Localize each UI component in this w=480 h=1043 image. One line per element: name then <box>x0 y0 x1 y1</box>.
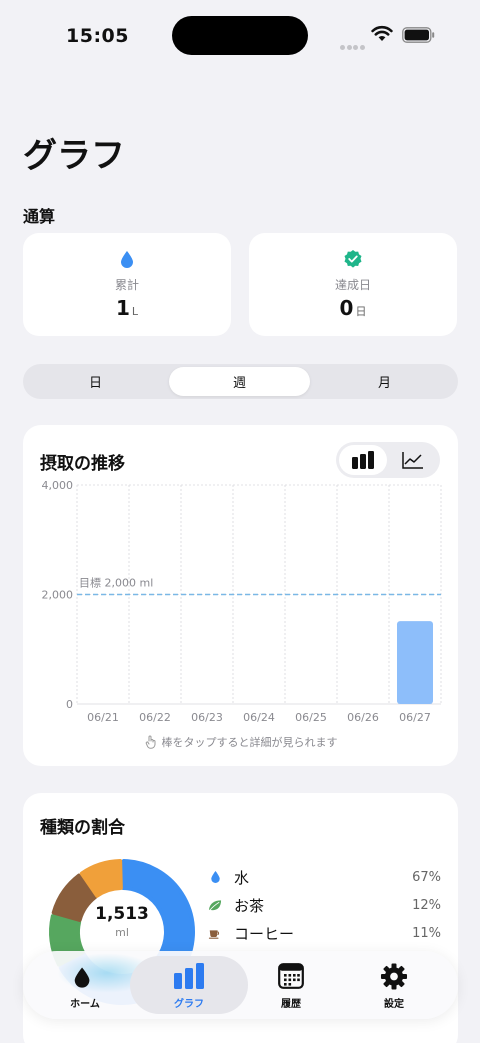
home-drop-icon <box>74 967 90 988</box>
type-ratio-title: 種類の割合 <box>40 818 125 838</box>
tab-home-label: ホーム <box>70 999 100 1010</box>
x-tick-label: 06/24 <box>243 711 275 724</box>
status-time: 15:05 <box>66 25 129 47</box>
bar-chart-icon <box>174 963 204 989</box>
tab-graph[interactable]: グラフ <box>139 961 239 1011</box>
y-tick-label: 4,000 <box>42 479 74 492</box>
donut-total-unit: ml <box>115 926 129 939</box>
legend-name: 水 <box>234 868 250 887</box>
chart-hint-text: 棒をタップすると詳細が見られます <box>161 736 338 749</box>
x-tick-label: 06/23 <box>191 711 223 724</box>
legend-percent: 12% <box>412 897 441 913</box>
x-tick-label: 06/26 <box>347 711 379 724</box>
status-bar: 15:05 <box>0 0 480 70</box>
bar-06-27 <box>397 621 433 704</box>
y-tick-label: 0 <box>66 698 73 711</box>
cellular-signal-icon <box>340 35 366 54</box>
period-segmented-control: 日 週 月 <box>23 364 458 399</box>
coffee-cup-icon <box>208 930 220 939</box>
cumulative-value: 1L <box>115 296 139 320</box>
dynamic-island <box>172 16 308 55</box>
achieved-days-label: 達成日 <box>334 278 371 292</box>
page-title: グラフ <box>23 136 125 176</box>
period-tab-week[interactable]: 週 <box>169 367 310 396</box>
tab-settings[interactable]: 設定 <box>344 961 444 1011</box>
tab-bar: ホーム グラフ 履歴 設定 <box>23 951 458 1019</box>
legend-name: コーヒー <box>234 924 295 943</box>
intake-bar-chart: 4,000 2,000 0 目標 2,000 ml 06/21 06/22 06/23 06/… <box>42 479 442 724</box>
tab-home[interactable]: ホーム <box>35 961 135 1011</box>
achieved-days-unit: 日 <box>355 305 367 318</box>
tab-settings-label: 設定 <box>384 999 404 1010</box>
legend-percent: 67% <box>412 869 441 885</box>
legend-item-water: 水 67% <box>208 866 441 888</box>
totals-section-label: 通算 <box>23 207 56 226</box>
water-drop-icon <box>210 871 220 883</box>
goal-label: 目標 2,000 ml <box>79 576 153 590</box>
cumulative-unit: L <box>131 305 139 318</box>
chart-hint: 棒をタップすると詳細が見られます <box>23 734 458 750</box>
x-tick-label: 06/27 <box>399 711 431 724</box>
x-tick-label: 06/22 <box>139 711 171 724</box>
legend-percent: 11% <box>412 925 441 941</box>
cumulative-label: 累計 <box>114 278 139 292</box>
legend-item-tea: お茶 12% <box>208 894 441 916</box>
check-badge-icon <box>344 250 362 268</box>
achieved-days-value: 0日 <box>339 296 367 320</box>
battery-icon <box>402 27 435 43</box>
tea-leaf-icon <box>208 899 222 910</box>
achieved-days-card: 達成日 0日 <box>249 233 457 336</box>
tab-history-label: 履歴 <box>281 999 301 1010</box>
period-tab-day[interactable]: 日 <box>25 367 166 396</box>
tab-graph-label: グラフ <box>174 999 204 1010</box>
y-tick-label: 2,000 <box>42 589 74 602</box>
cumulative-card: 累計 1L <box>23 233 231 336</box>
calendar-icon <box>278 963 304 989</box>
donut-center: 1,513 ml <box>72 904 172 939</box>
gear-icon <box>380 963 408 990</box>
x-tick-label: 06/25 <box>295 711 327 724</box>
intake-chart-card: 摂取の推移 4,000 2,000 0 目標 2,000 ml 06/21 06/22 06… <box>23 425 458 766</box>
x-tick-label: 06/21 <box>87 711 119 724</box>
tab-history[interactable]: 履歴 <box>241 961 341 1011</box>
legend-name: お茶 <box>234 896 265 915</box>
wifi-icon <box>371 25 393 41</box>
legend-item-coffee: コーヒー 11% <box>208 922 441 944</box>
water-drop-icon <box>121 251 133 268</box>
period-tab-month[interactable]: 月 <box>314 367 455 396</box>
tap-hand-icon <box>145 735 155 749</box>
donut-total-value: 1,513 <box>95 904 149 924</box>
